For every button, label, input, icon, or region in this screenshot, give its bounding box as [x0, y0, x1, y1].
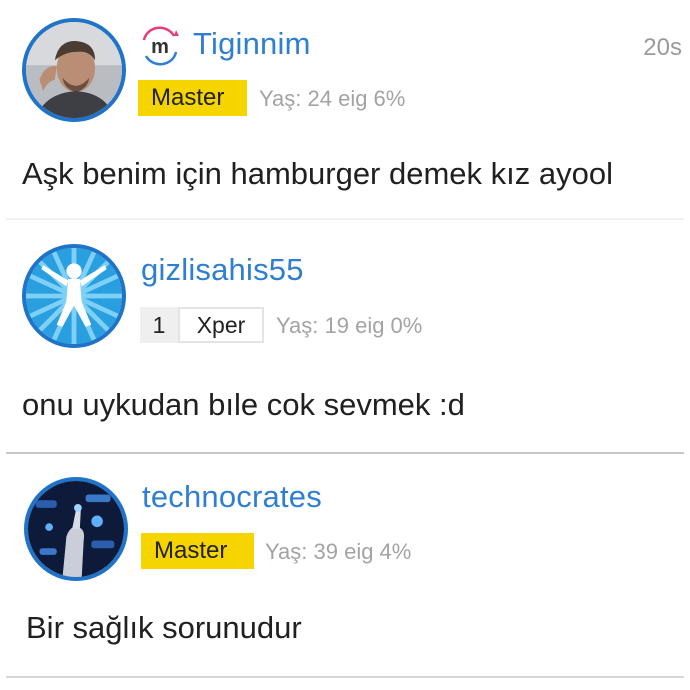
timestamp: 20s — [643, 34, 682, 61]
comment-text: onu uykudan bıle cok sevmek :d — [22, 387, 465, 422]
user-meta: Yaş: 24 eig 6% — [259, 86, 406, 111]
username-link[interactable]: gizlisahis55 — [141, 252, 304, 288]
comment-item: m Tiginnim 20s Master Yaş: 24 eig 6% Aşk… — [0, 0, 690, 220]
tech-hand-icon — [28, 481, 124, 577]
user-avatar[interactable] — [22, 244, 126, 348]
comment-text: Aşk benim için hamburger demek kız ayool — [22, 156, 613, 191]
comment-item: technocrates Master Yaş: 39 eig 4% Bir s… — [0, 455, 690, 680]
divider — [6, 218, 684, 220]
xper-label: Xper — [178, 307, 264, 343]
divider — [6, 452, 684, 454]
comment-item: gizlisahis55 1 Xper Yaş: 19 eig 0% onu u… — [0, 222, 690, 454]
comment-text: Bir sağlık sorunudur — [26, 610, 302, 645]
jumping-person-icon — [26, 248, 122, 344]
xper-badge: 1 Xper — [140, 307, 264, 343]
username-link[interactable]: Tiginnim — [193, 26, 311, 62]
rank-badge: Master — [141, 533, 254, 569]
rank-badge: Master — [138, 80, 247, 116]
xper-level: 1 — [140, 307, 178, 343]
m-logo-icon: m — [142, 26, 179, 66]
user-avatar[interactable] — [24, 477, 128, 581]
user-meta: Yaş: 19 eig 0% — [276, 313, 423, 338]
divider — [6, 676, 684, 678]
person-photo-icon — [26, 22, 122, 118]
user-meta: Yaş: 39 eig 4% — [265, 539, 412, 564]
username-link[interactable]: technocrates — [142, 479, 322, 515]
svg-text:m: m — [151, 36, 169, 58]
user-avatar[interactable] — [22, 18, 126, 122]
